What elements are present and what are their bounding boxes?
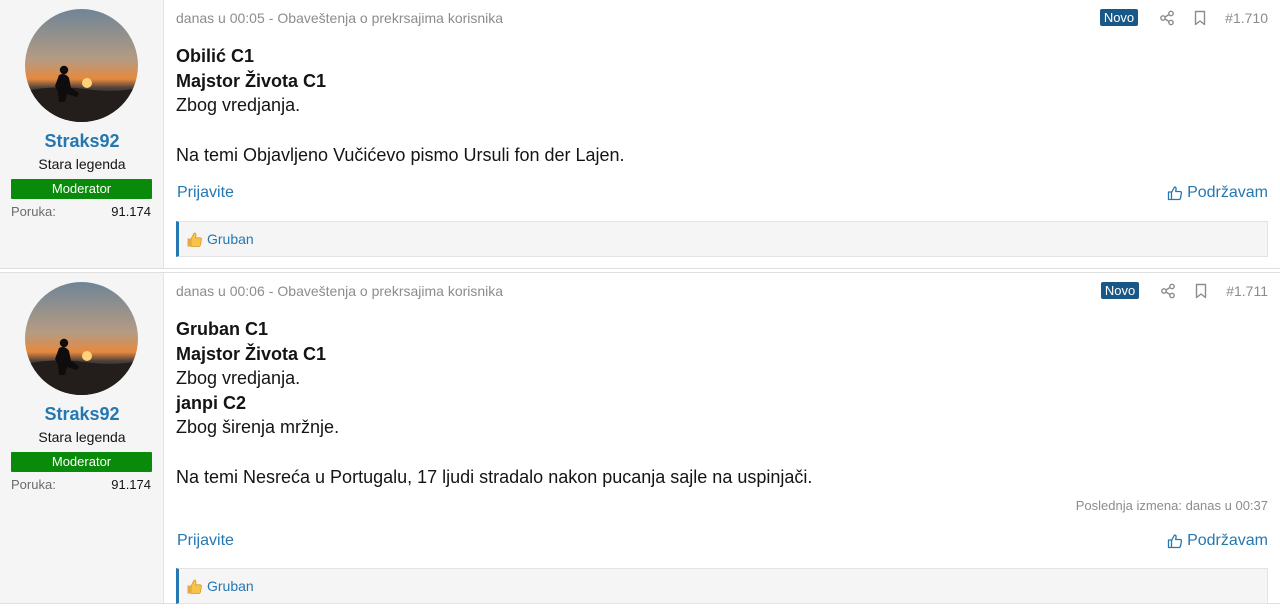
post-actions: Novo #1.711 — [1100, 282, 1268, 299]
message-count-value: 91.174 — [111, 477, 151, 492]
post-1710: Straks92 Stara legenda Moderator Poruka:… — [0, 0, 1280, 269]
reactions-bar[interactable]: Gruban — [176, 568, 1268, 604]
moderator-banner: Moderator — [11, 452, 152, 472]
reaction-users[interactable]: Gruban — [207, 578, 254, 594]
share-icon[interactable] — [1159, 10, 1175, 26]
thumbs-up-icon — [1167, 534, 1183, 549]
report-link[interactable]: Prijavite — [177, 532, 234, 550]
body-line: janpi C2 — [176, 392, 247, 413]
post-meta: danas u 00:05- Obaveštenja o prekrsajima … — [176, 10, 503, 26]
post-body: Gruban C1 Majstor Života C1 Zbog vredjan… — [176, 317, 812, 489]
reactions-bar[interactable]: Gruban — [176, 221, 1268, 257]
message-count-label: Poruka: — [11, 204, 56, 219]
username[interactable]: Straks92 — [0, 131, 164, 152]
user-title: Stara legenda — [38, 156, 126, 172]
like-button[interactable]: Podržavam — [1167, 184, 1268, 202]
post-number-link[interactable]: #1.710 — [1225, 10, 1268, 26]
body-blank-line — [176, 118, 625, 143]
forum-name: Obaveštenja o prekrsajima korisnika — [277, 10, 504, 26]
post-meta: danas u 00:06- Obaveštenja o prekrsajima … — [176, 283, 503, 299]
bookmark-icon[interactable] — [1192, 10, 1208, 26]
avatar-sunset-image — [25, 282, 138, 395]
new-badge: Novo — [1100, 282, 1140, 299]
post-number-link[interactable]: #1.711 — [1226, 283, 1268, 299]
meta-separator: - — [268, 283, 274, 299]
avatar[interactable] — [25, 9, 138, 122]
username[interactable]: Straks92 — [0, 404, 164, 425]
post-body: Obilić C1 Majstor Života C1 Zbog vredjan… — [176, 44, 625, 167]
post-date-link[interactable]: danas u 00:06 — [176, 283, 265, 299]
thumbs-up-icon — [1167, 186, 1183, 201]
message-count-label: Poruka: — [11, 477, 56, 492]
report-link[interactable]: Prijavite — [177, 184, 234, 202]
like-label: Podržavam — [1187, 532, 1268, 549]
share-icon[interactable] — [1160, 283, 1176, 299]
body-line: Obilić C1 — [176, 46, 255, 66]
like-button[interactable]: Podržavam — [1167, 532, 1268, 550]
body-line: Na temi Objavljeno Vučićevo pismo Ursuli… — [176, 144, 625, 165]
user-title: Stara legenda — [38, 429, 126, 445]
body-line: Zbog vredjanja. — [176, 368, 301, 388]
body-line: Na temi Nesreća u Portugalu, 17 ljudi st… — [176, 466, 813, 487]
user-info-panel: Straks92 Stara legenda Moderator Poruka:… — [0, 0, 164, 268]
bookmark-icon[interactable] — [1193, 283, 1209, 299]
thumbs-up-emoji-icon — [186, 578, 203, 595]
reaction-users[interactable]: Gruban — [207, 231, 254, 247]
meta-separator: - — [268, 10, 274, 26]
user-info-panel: Straks92 Stara legenda Moderator Poruka:… — [0, 273, 164, 603]
forum-name: Obaveštenja o prekrsajima korisnika — [277, 283, 504, 299]
post-date-link[interactable]: danas u 00:05 — [176, 10, 265, 26]
last-edit-note: Poslednja izmena: danas u 00:37 — [1075, 498, 1268, 513]
message-count-value: 91.174 — [111, 204, 151, 219]
like-label: Podržavam — [1187, 184, 1268, 201]
body-line: Majstor Života C1 — [176, 343, 327, 364]
post-content-area: danas u 00:05- Obaveštenja o prekrsajima … — [164, 0, 1280, 268]
body-line: Gruban C1 — [176, 319, 269, 339]
thumbs-up-emoji-icon — [186, 231, 203, 248]
body-line: Majstor Života C1 — [176, 70, 327, 91]
moderator-banner: Moderator — [11, 179, 152, 199]
body-line: Zbog širenja mržnje. — [176, 417, 340, 437]
post-1711: Straks92 Stara legenda Moderator Poruka:… — [0, 272, 1280, 604]
new-badge: Novo — [1099, 9, 1139, 26]
avatar-sunset-image — [25, 9, 138, 122]
avatar[interactable] — [25, 282, 138, 395]
body-line: Zbog vredjanja. — [176, 95, 301, 115]
body-blank-line — [176, 440, 812, 465]
post-content-area: danas u 00:06- Obaveštenja o prekrsajima … — [164, 273, 1280, 604]
post-actions: Novo #1.710 — [1099, 9, 1268, 26]
